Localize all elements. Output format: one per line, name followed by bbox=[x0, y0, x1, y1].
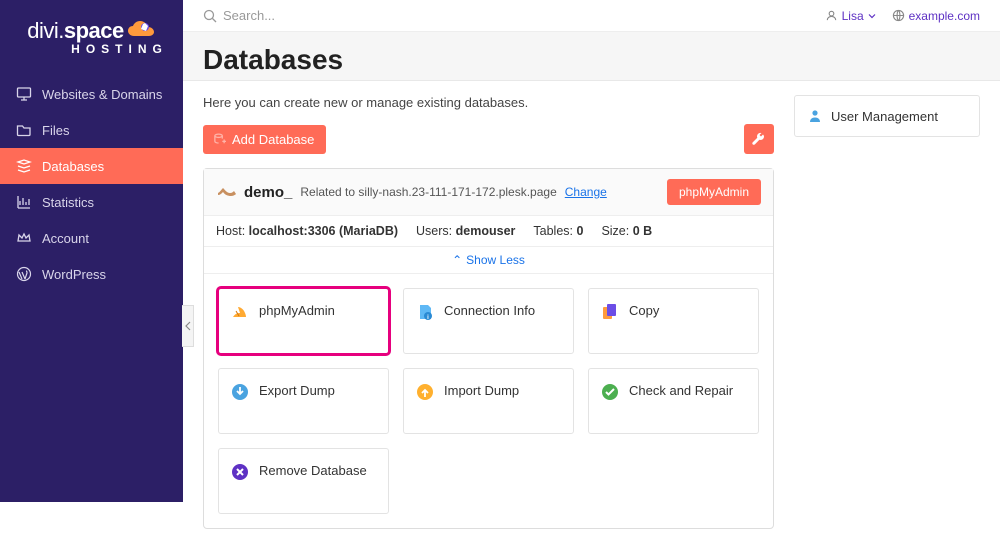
user-menu[interactable]: Lisa bbox=[825, 9, 876, 23]
db-name: demo_ bbox=[244, 184, 292, 201]
tile-remove-database[interactable]: Remove Database bbox=[218, 448, 389, 514]
crown-icon bbox=[16, 230, 32, 246]
sidebar: divi. space HOSTING Websites & Domains F… bbox=[0, 0, 183, 502]
sidebar-item-wordpress[interactable]: WordPress bbox=[0, 256, 183, 292]
db-related-text: Related to silly-nash.23-111-171-172.ple… bbox=[300, 185, 556, 199]
chevron-up-icon: ⌃ bbox=[452, 253, 462, 267]
tile-export-dump[interactable]: Export Dump bbox=[218, 368, 389, 434]
import-icon bbox=[416, 383, 434, 401]
user-management-card[interactable]: User Management bbox=[794, 95, 980, 137]
sidebar-item-files[interactable]: Files bbox=[0, 112, 183, 148]
sidebar-item-websites[interactable]: Websites & Domains bbox=[0, 76, 183, 112]
tile-label: Copy bbox=[629, 303, 659, 318]
stack-icon bbox=[16, 158, 32, 174]
tile-check-repair[interactable]: Check and Repair bbox=[588, 368, 759, 434]
add-database-label: Add Database bbox=[232, 132, 314, 147]
folder-icon bbox=[16, 122, 32, 138]
tile-label: Export Dump bbox=[259, 383, 335, 398]
domain-label: example.com bbox=[909, 9, 980, 23]
user-name: Lisa bbox=[842, 9, 864, 23]
search-box[interactable]: Search... bbox=[203, 8, 825, 23]
db-card-header: demo_ Related to silly-nash.23-111-171-1… bbox=[204, 169, 773, 216]
wrench-icon bbox=[751, 131, 767, 147]
page-header: Databases bbox=[183, 32, 1000, 81]
brand-sub: HOSTING bbox=[71, 42, 168, 56]
check-icon bbox=[601, 383, 619, 401]
search-icon bbox=[203, 9, 217, 23]
nav-list: Websites & Domains Files Databases Stati… bbox=[0, 76, 183, 292]
copy-icon bbox=[601, 303, 619, 321]
sidebar-item-label: Account bbox=[42, 231, 89, 246]
monitor-icon bbox=[16, 86, 32, 102]
user-mgmt-icon bbox=[807, 108, 823, 124]
topbar: Search... Lisa example.com bbox=[183, 0, 1000, 32]
seal-icon bbox=[216, 185, 236, 199]
tile-phpmyadmin[interactable]: phpMyAdmin bbox=[218, 288, 389, 354]
db-meta-row: Host: localhost:3306 (MariaDB) Users: de… bbox=[204, 216, 773, 247]
sidebar-item-label: WordPress bbox=[42, 267, 106, 282]
phpmyadmin-header-button[interactable]: phpMyAdmin bbox=[667, 179, 761, 205]
brand-part1: divi. bbox=[27, 18, 64, 44]
sidebar-item-databases[interactable]: Databases bbox=[0, 148, 183, 184]
sidebar-item-label: Files bbox=[42, 123, 69, 138]
tile-import-dump[interactable]: Import Dump bbox=[403, 368, 574, 434]
cloud-rocket-icon bbox=[126, 20, 156, 42]
db-users: Users: demouser bbox=[416, 224, 515, 238]
db-change-link[interactable]: Change bbox=[565, 185, 607, 199]
chevron-left-icon bbox=[185, 321, 191, 331]
main-area: Search... Lisa example.com Databases Her… bbox=[183, 0, 1000, 502]
sidebar-item-statistics[interactable]: Statistics bbox=[0, 184, 183, 220]
page-title: Databases bbox=[203, 44, 980, 76]
tools-button[interactable] bbox=[744, 124, 774, 154]
sidebar-item-label: Statistics bbox=[42, 195, 94, 210]
wordpress-icon bbox=[16, 266, 32, 282]
search-placeholder: Search... bbox=[223, 8, 275, 23]
user-mgmt-label: User Management bbox=[831, 109, 938, 124]
db-action-tiles: phpMyAdmin i Connection Info Copy Ex bbox=[204, 274, 773, 528]
sidebar-item-label: Databases bbox=[42, 159, 104, 174]
info-icon: i bbox=[416, 303, 434, 321]
brand-logo: divi. space HOSTING bbox=[0, 0, 183, 76]
remove-icon bbox=[231, 463, 249, 481]
tile-label: Import Dump bbox=[444, 383, 519, 398]
domain-link[interactable]: example.com bbox=[892, 9, 980, 23]
db-host: Host: localhost:3306 (MariaDB) bbox=[216, 224, 398, 238]
user-icon bbox=[825, 9, 838, 22]
tile-label: phpMyAdmin bbox=[259, 303, 335, 318]
tile-label: Remove Database bbox=[259, 463, 367, 478]
chevron-down-icon bbox=[868, 12, 876, 20]
tile-connection-info[interactable]: i Connection Info bbox=[403, 288, 574, 354]
add-database-button[interactable]: Add Database bbox=[203, 125, 326, 154]
pma-icon bbox=[231, 303, 249, 321]
page-intro: Here you can create new or manage existi… bbox=[203, 95, 774, 110]
chart-icon bbox=[16, 194, 32, 210]
db-plus-icon bbox=[213, 133, 226, 146]
sidebar-item-label: Websites & Domains bbox=[42, 87, 162, 102]
export-icon bbox=[231, 383, 249, 401]
db-tables: Tables: 0 bbox=[533, 224, 583, 238]
sidebar-item-account[interactable]: Account bbox=[0, 220, 183, 256]
show-less-toggle[interactable]: ⌃Show Less bbox=[204, 247, 773, 274]
globe-icon bbox=[892, 9, 905, 22]
tile-copy[interactable]: Copy bbox=[588, 288, 759, 354]
sidebar-collapse-toggle[interactable] bbox=[182, 305, 194, 347]
tile-label: Check and Repair bbox=[629, 383, 733, 398]
tile-label: Connection Info bbox=[444, 303, 535, 318]
brand-part2: space bbox=[64, 18, 124, 44]
database-card: demo_ Related to silly-nash.23-111-171-1… bbox=[203, 168, 774, 529]
db-size: Size: 0 B bbox=[601, 224, 652, 238]
